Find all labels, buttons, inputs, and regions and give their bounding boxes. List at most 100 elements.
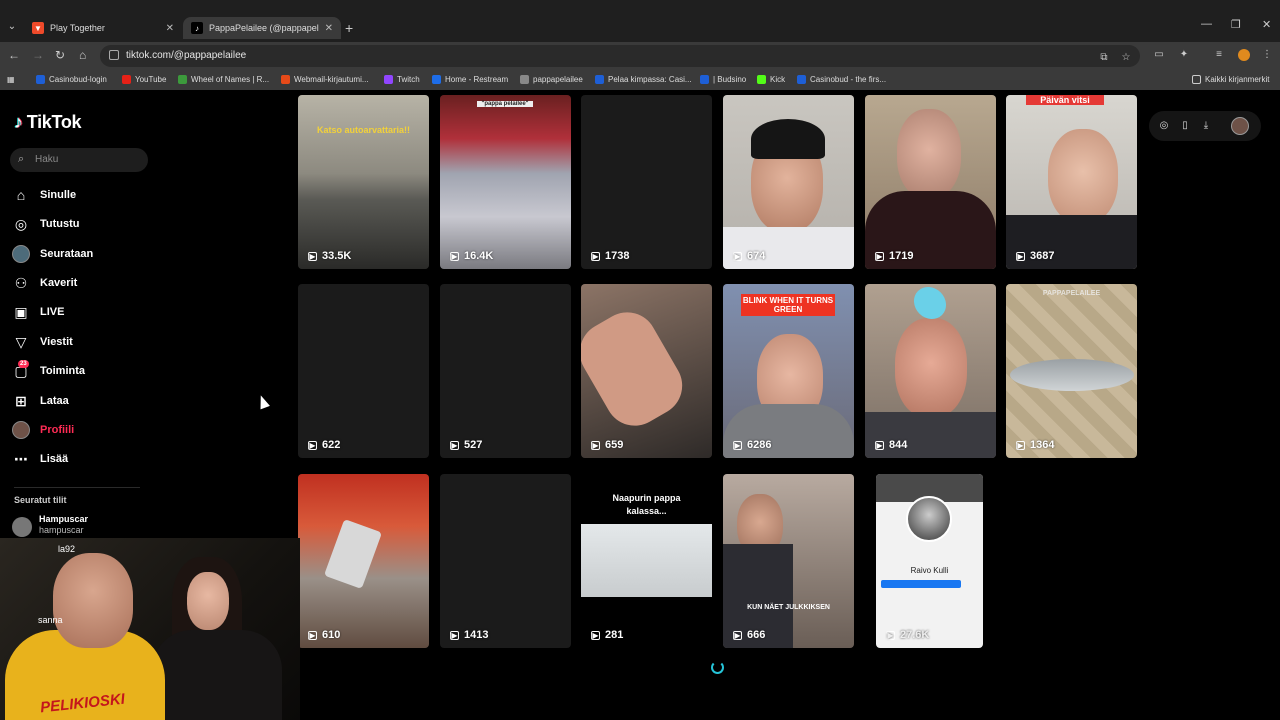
video-card[interactable]: ▶ 674	[723, 95, 854, 269]
video-card[interactable]: ▶ 1738	[581, 95, 712, 269]
video-thumbnail	[440, 95, 571, 269]
shirt	[865, 412, 996, 458]
video-card[interactable]: Päivän vitsi ▶ 3687	[1006, 95, 1137, 269]
nav-profiili[interactable]: Profiili	[12, 419, 162, 441]
coins-icon[interactable]: ◎	[1158, 120, 1170, 132]
video-card[interactable]: PAPPAPELAILEE ▶ 1364	[1006, 284, 1137, 458]
nav-lataa[interactable]: ⊞ Lataa	[12, 390, 162, 412]
new-tab-button[interactable]: +	[345, 20, 353, 36]
bookmark-item[interactable]: Home - Restream	[432, 75, 508, 84]
view-count: ▶ 1364	[1016, 439, 1055, 451]
url-bar[interactable]: tiktok.com/@pappapelailee ⧉ ☆	[100, 45, 1140, 67]
play-icon: ▶	[450, 630, 459, 640]
video-card[interactable]: "pappa pelailee" ▶ 16.4K	[440, 95, 571, 269]
video-caption: KUN NÄET JULKKIKSEN	[747, 604, 830, 611]
webcam-person-body	[152, 630, 282, 720]
bookmark-item[interactable]: Twitch	[384, 75, 420, 84]
bookmark-item[interactable]: Webmail-kirjautumi...	[281, 75, 369, 84]
apps-icon[interactable]: ▦	[7, 75, 15, 84]
video-card[interactable]: ▶ 622	[298, 284, 429, 458]
menu-icon[interactable]: ⋮	[1261, 49, 1273, 61]
install-app-icon[interactable]: ⧉	[1098, 52, 1110, 64]
tab-title: PappaPelailee (@pappapelailee)	[209, 23, 319, 33]
following-account[interactable]: Hampuscar hampuscar	[12, 514, 88, 537]
video-card[interactable]: Raivo Kulli ▶ 27.6K	[876, 474, 983, 648]
user-avatar[interactable]	[1231, 117, 1249, 135]
extensions-icon[interactable]: ✦	[1178, 49, 1190, 61]
brave-icon: ▼	[32, 22, 44, 34]
nav-tutustu[interactable]: ◎ Tutustu	[12, 213, 162, 235]
bookmark-item[interactable]: Pelaa kimpassa: Casi...	[595, 75, 692, 84]
site-info-icon[interactable]	[109, 50, 119, 60]
bookmark-item[interactable]: | Budsino	[700, 75, 746, 84]
view-count: ▶ 1738	[591, 250, 630, 262]
bookmark-item[interactable]: Casinobud-login	[36, 75, 107, 84]
nav-seurataan[interactable]: Seurataan	[12, 243, 162, 265]
home-icon[interactable]: ⌂	[79, 48, 86, 62]
bookmark-item[interactable]: pappapelailee	[520, 75, 583, 84]
media-icon[interactable]: ≡	[1213, 49, 1225, 61]
forward-icon[interactable]: →	[32, 48, 44, 62]
view-count: ▶ 610	[308, 629, 341, 641]
video-card[interactable]: ▶ 610	[298, 474, 429, 648]
minimize-icon[interactable]: —	[1201, 18, 1212, 30]
bookmark-favicon-icon	[36, 75, 45, 84]
nav-label: Tutustu	[40, 218, 80, 230]
face	[897, 109, 961, 199]
video-card[interactable]: KUN NÄET JULKKIKSEN ▶ 666	[723, 474, 854, 648]
search-input[interactable]: ⌕ Haku	[10, 148, 148, 172]
restore-icon[interactable]: ❐	[1231, 18, 1241, 31]
nav-lisaa[interactable]: ⋯ Lisää	[12, 448, 162, 470]
close-window-icon[interactable]: ✕	[1262, 18, 1271, 31]
nav-label: Profiili	[40, 424, 75, 436]
play-icon: ▶	[591, 630, 600, 640]
video-card[interactable]: ▶ 1719	[865, 95, 996, 269]
video-card[interactable]: ▶ 1413	[440, 474, 571, 648]
profile-icon[interactable]	[1238, 49, 1250, 61]
nav-sinulle[interactable]: ⌂ Sinulle	[12, 184, 162, 206]
tab-search-icon[interactable]: ⌄	[4, 19, 20, 35]
download-icon[interactable]: ⤓	[1200, 120, 1212, 132]
bookmark-item[interactable]: Wheel of Names | R...	[178, 75, 269, 84]
play-icon: ▶	[1016, 251, 1025, 261]
video-card[interactable]: ▶ 844	[865, 284, 996, 458]
video-card[interactable]: ▶ 659	[581, 284, 712, 458]
all-bookmarks[interactable]: Kaikki kirjanmerkit	[1192, 75, 1269, 84]
video-card[interactable]: ▶ 527	[440, 284, 571, 458]
shirt	[723, 227, 854, 269]
nav-live[interactable]: ▣ LIVE	[12, 301, 162, 323]
video-card[interactable]: BLINK WHEN IT TURNS GREEN ▶ 6286	[723, 284, 854, 458]
partial-account-name: sanna	[38, 615, 63, 625]
back-icon[interactable]: ←	[8, 48, 20, 62]
view-count: ▶ 27.6K	[886, 629, 930, 641]
tiktok-logo[interactable]: ♪ TikTok	[14, 112, 82, 133]
nav-kaverit[interactable]: ⚇ Kaverit	[12, 272, 162, 294]
play-icon: ▶	[733, 251, 742, 261]
extension-wallet-icon[interactable]: ▭	[1153, 49, 1165, 61]
more-icon: ⋯	[14, 450, 28, 467]
bookmark-star-icon[interactable]: ☆	[1120, 52, 1132, 64]
reload-icon[interactable]: ↻	[55, 48, 65, 62]
bookmark-item[interactable]: YouTube	[122, 75, 166, 84]
close-tab-icon[interactable]: ✕	[166, 23, 174, 34]
play-icon: ▶	[886, 630, 895, 640]
upload-icon: ⊞	[15, 392, 27, 409]
close-tab-icon[interactable]: ✕	[325, 23, 333, 34]
play-icon: ▶	[1016, 440, 1025, 450]
face	[895, 318, 967, 418]
view-count: ▶ 16.4K	[450, 250, 494, 262]
nav-toiminta[interactable]: ▢ 23 Toiminta	[12, 360, 162, 382]
compass-icon: ◎	[14, 215, 28, 232]
device-icon[interactable]: ▯	[1179, 120, 1191, 132]
play-icon: ▶	[733, 630, 742, 640]
tab-pappapelailee[interactable]: ♪ PappaPelailee (@pappapelailee) ✕	[183, 17, 341, 39]
tab-play-together[interactable]: ▼ Play Together ✕	[24, 17, 182, 39]
url-text: tiktok.com/@pappapelailee	[126, 50, 247, 61]
bookmark-item[interactable]: Kick	[757, 75, 785, 84]
bookmark-item[interactable]: Casinobud - the firs...	[797, 75, 886, 84]
video-card[interactable]: Katso autoarvattaria!! ▶ 33.5K	[298, 95, 429, 269]
video-card[interactable]: Naapurin pappa kalassa... ▶ 281	[581, 474, 712, 648]
nav-viestit[interactable]: ▽ Viestit	[12, 331, 162, 353]
play-icon: ▶	[308, 440, 317, 450]
view-count: ▶ 3687	[1016, 250, 1055, 262]
